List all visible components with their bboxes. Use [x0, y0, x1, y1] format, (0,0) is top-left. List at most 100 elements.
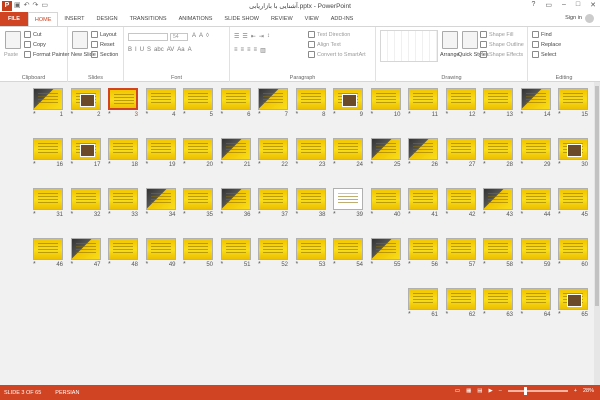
slide-preview[interactable] [333, 238, 363, 260]
slide-thumbnail[interactable]: * 13 [483, 88, 513, 118]
scrollbar-thumb[interactable] [595, 86, 599, 306]
slide-preview[interactable] [220, 138, 251, 160]
transition-star-icon[interactable]: * [183, 111, 186, 118]
transition-star-icon[interactable]: * [221, 211, 224, 218]
transition-star-icon[interactable]: * [146, 211, 149, 218]
slide-preview[interactable] [520, 88, 551, 110]
slide-preview[interactable] [558, 188, 588, 210]
tab-file[interactable]: FILE [0, 12, 28, 26]
transition-star-icon[interactable]: * [258, 211, 261, 218]
transition-star-icon[interactable]: * [408, 311, 411, 318]
slide-thumbnail[interactable]: * 23 [295, 138, 326, 168]
zoom-in-icon[interactable]: + [574, 388, 577, 394]
increase-indent-icon[interactable]: ⇥ [259, 33, 264, 40]
transition-star-icon[interactable]: * [446, 311, 449, 318]
slide-preview[interactable] [295, 138, 326, 160]
slide-thumbnail[interactable]: * 5 [183, 88, 213, 118]
slide-preview[interactable] [145, 238, 176, 260]
transition-star-icon[interactable]: * [183, 261, 186, 268]
slide-thumbnail[interactable]: * 48 [108, 238, 138, 268]
replace-button[interactable]: Replace [532, 41, 561, 48]
slide-thumbnail[interactable]: * 43 [483, 188, 513, 218]
tab-transitions[interactable]: TRANSITIONS [124, 12, 173, 26]
slide-preview[interactable] [295, 188, 326, 210]
slide-preview[interactable] [145, 138, 176, 160]
new-slide-icon[interactable] [72, 31, 88, 49]
slide-preview[interactable] [483, 288, 513, 310]
normal-view-icon[interactable]: ▭ [455, 388, 460, 394]
font-size-box[interactable]: 54 [170, 33, 188, 41]
transition-star-icon[interactable]: * [108, 211, 111, 218]
slide-preview[interactable] [183, 138, 213, 160]
slide-preview[interactable] [445, 288, 476, 310]
transition-star-icon[interactable]: * [296, 211, 299, 218]
slide-thumbnail[interactable]: * 3 [108, 88, 138, 118]
slide-thumbnail[interactable]: * 60 [558, 238, 588, 268]
shape-outline-button[interactable]: Shape Outline [480, 41, 524, 48]
transition-star-icon[interactable]: * [558, 111, 561, 118]
text-direction-button[interactable]: Text Direction [308, 31, 350, 38]
tab-home[interactable]: HOME [27, 12, 59, 26]
slide-thumbnail[interactable]: * 36 [220, 188, 251, 218]
slide-thumbnail[interactable]: * 17 [70, 138, 101, 168]
slide-thumbnail[interactable]: * 14 [520, 88, 551, 118]
transition-star-icon[interactable]: * [521, 161, 524, 168]
transition-star-icon[interactable]: * [258, 261, 261, 268]
slide-preview[interactable] [33, 188, 63, 210]
transition-star-icon[interactable]: * [108, 161, 111, 168]
close-icon[interactable]: ✕ [590, 1, 596, 9]
slide-preview[interactable] [333, 88, 363, 110]
slide-thumbnail[interactable]: * 12 [445, 88, 476, 118]
slide-thumbnail[interactable]: * 26 [408, 138, 438, 168]
transition-star-icon[interactable]: * [446, 261, 449, 268]
slide-thumbnail[interactable]: * 44 [520, 188, 551, 218]
slide-preview[interactable] [483, 88, 513, 110]
align-right-icon[interactable]: ≡ [247, 47, 251, 54]
transition-star-icon[interactable]: * [371, 111, 374, 118]
transition-star-icon[interactable]: * [333, 161, 336, 168]
bullets-icon[interactable]: ☰ [234, 33, 239, 40]
slide-thumbnail[interactable]: * 24 [333, 138, 363, 168]
slide-preview[interactable] [558, 138, 588, 160]
slide-preview[interactable] [258, 188, 288, 210]
transition-star-icon[interactable]: * [521, 311, 524, 318]
transition-star-icon[interactable]: * [483, 161, 486, 168]
align-text-button[interactable]: Align Text [308, 41, 341, 48]
transition-star-icon[interactable]: * [296, 261, 299, 268]
slide-preview[interactable] [558, 288, 588, 310]
slide-thumbnail[interactable]: * 4 [145, 88, 176, 118]
slide-thumbnail[interactable]: * 6 [220, 88, 251, 118]
shrink-font-icon[interactable]: A [199, 33, 203, 39]
quick-styles-icon[interactable] [462, 31, 478, 49]
transition-star-icon[interactable]: * [558, 211, 561, 218]
slide-thumbnail[interactable]: * 47 [70, 238, 101, 268]
ribbon-display-icon[interactable]: ▭ [545, 1, 552, 9]
slide-thumbnail[interactable]: * 28 [483, 138, 513, 168]
slide-thumbnail[interactable]: * 53 [295, 238, 326, 268]
slide-preview[interactable] [333, 188, 363, 210]
case-icon[interactable]: Aa [177, 47, 184, 53]
copy-button[interactable]: Copy [24, 41, 46, 48]
slide-preview[interactable] [483, 138, 513, 160]
slide-thumbnail[interactable]: * 57 [445, 238, 476, 268]
italic-icon[interactable]: I [135, 47, 137, 53]
slide-preview[interactable] [145, 188, 176, 210]
maximize-icon[interactable]: □ [576, 1, 580, 9]
justify-icon[interactable]: ≡ [254, 47, 258, 54]
layout-button[interactable]: Layout [91, 31, 117, 38]
slide-preview[interactable] [445, 238, 476, 260]
slide-preview[interactable] [445, 188, 476, 210]
underline-icon[interactable]: U [140, 47, 144, 53]
select-button[interactable]: Select [532, 51, 556, 58]
arrange-icon[interactable] [442, 31, 458, 49]
slide-preview[interactable] [33, 138, 63, 160]
transition-star-icon[interactable]: * [146, 261, 149, 268]
slide-preview[interactable] [33, 238, 63, 260]
slide-thumbnail[interactable]: * 65 [558, 288, 588, 318]
slide-preview[interactable] [370, 188, 401, 210]
slide-preview[interactable] [183, 238, 213, 260]
slide-thumbnail[interactable]: * 45 [558, 188, 588, 218]
transition-star-icon[interactable]: * [221, 261, 224, 268]
format-painter-button[interactable]: Format Painter [24, 51, 69, 58]
transition-star-icon[interactable]: * [333, 261, 336, 268]
